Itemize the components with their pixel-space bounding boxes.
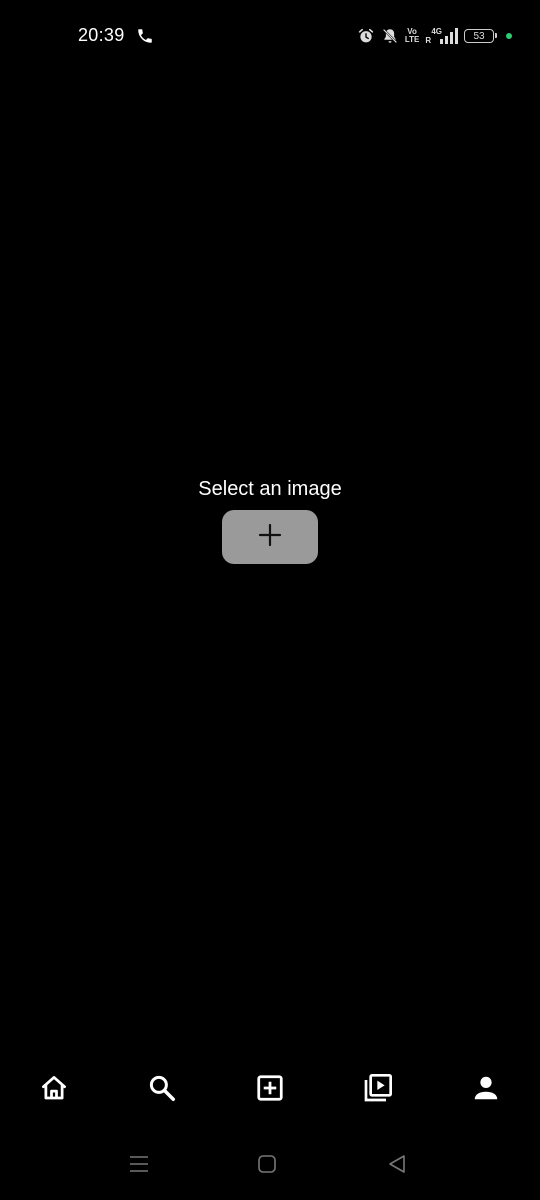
nav-reels[interactable]: [360, 1072, 396, 1108]
bell-off-icon: [381, 27, 399, 45]
add-image-button[interactable]: [222, 510, 318, 564]
call-icon: [136, 27, 154, 45]
plus-icon: [258, 523, 282, 552]
battery-icon: 53: [464, 29, 497, 43]
privacy-dot: [506, 33, 512, 39]
system-back-button[interactable]: [385, 1154, 409, 1178]
select-image-label: Select an image: [198, 478, 342, 500]
nav-search[interactable]: [144, 1072, 180, 1108]
nav-home[interactable]: [36, 1072, 72, 1108]
alarm-icon: [357, 27, 375, 45]
home-square-icon: [256, 1153, 278, 1180]
bottom-nav: [0, 1062, 540, 1118]
search-icon: [147, 1073, 177, 1108]
status-icons: Vo LTE 4G R 53: [357, 24, 512, 48]
plus-square-icon: [255, 1073, 285, 1108]
signal-icon: [438, 28, 458, 44]
home-icon: [39, 1073, 69, 1108]
battery-level: 53: [473, 30, 485, 42]
back-triangle-icon: [386, 1153, 408, 1180]
person-icon: [471, 1073, 501, 1108]
status-time: 20:39: [78, 25, 125, 45]
image-selector: Select an image: [0, 474, 540, 564]
volte-bottom: LTE: [404, 35, 420, 44]
system-home-button[interactable]: [255, 1154, 279, 1178]
network-bottom: R: [425, 36, 432, 45]
recents-button[interactable]: [127, 1154, 151, 1178]
system-nav: [0, 1146, 540, 1186]
video-library-icon: [362, 1072, 394, 1109]
volte-indicator: Vo LTE: [405, 28, 420, 44]
status-bar: 20:39 Vo LTE 4G R 53: [0, 0, 540, 72]
nav-profile[interactable]: [468, 1072, 504, 1108]
menu-icon: [128, 1153, 150, 1180]
nav-add-post[interactable]: [252, 1072, 288, 1108]
